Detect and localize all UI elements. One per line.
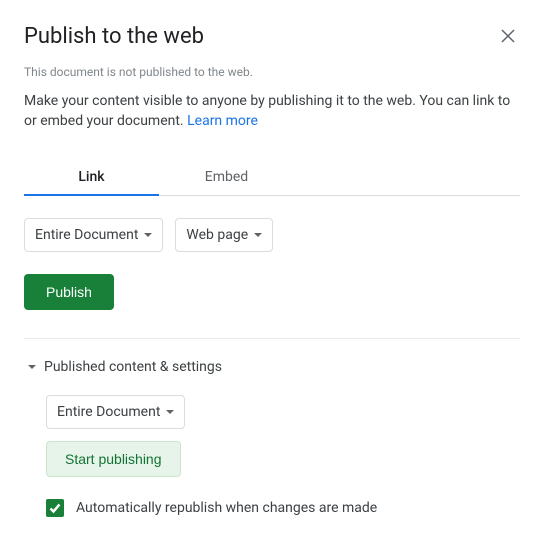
dialog-header: Publish to the web bbox=[24, 24, 520, 65]
dialog-title: Publish to the web bbox=[24, 24, 204, 49]
format-dropdown[interactable]: Web page bbox=[175, 218, 273, 252]
status-text: This document is not published to the we… bbox=[24, 65, 520, 79]
divider bbox=[24, 338, 520, 339]
tab-link[interactable]: Link bbox=[24, 159, 159, 195]
caret-down-icon bbox=[254, 233, 262, 237]
section-title: Published content & settings bbox=[44, 359, 222, 375]
settings-scope-label: Entire Document bbox=[57, 404, 160, 420]
caret-down-icon bbox=[28, 365, 36, 369]
caret-down-icon bbox=[144, 233, 152, 237]
tab-embed[interactable]: Embed bbox=[159, 159, 294, 195]
dialog-description: Make your content visible to anyone by p… bbox=[24, 91, 520, 131]
published-settings-toggle[interactable]: Published content & settings bbox=[24, 359, 520, 375]
close-button[interactable] bbox=[496, 24, 520, 48]
auto-republish-checkbox[interactable] bbox=[46, 499, 64, 517]
scope-dropdown[interactable]: Entire Document bbox=[24, 218, 163, 252]
scope-dropdown-label: Entire Document bbox=[35, 227, 138, 243]
publish-dialog: Publish to the web This document is not … bbox=[0, 0, 544, 556]
auto-republish-label: Automatically republish when changes are… bbox=[76, 500, 377, 516]
tabs: Link Embed bbox=[24, 159, 520, 196]
start-publishing-button[interactable]: Start publishing bbox=[46, 441, 181, 477]
close-icon bbox=[500, 28, 516, 44]
settings-scope-dropdown[interactable]: Entire Document bbox=[46, 395, 185, 429]
format-dropdown-label: Web page bbox=[186, 227, 248, 243]
auto-republish-row: Automatically republish when changes are… bbox=[46, 499, 520, 517]
published-settings-body: Entire Document Start publishing Automat… bbox=[24, 395, 520, 517]
learn-more-link[interactable]: Learn more bbox=[187, 113, 258, 129]
checkmark-icon bbox=[48, 501, 62, 515]
description-text: Make your content visible to anyone by p… bbox=[24, 93, 510, 129]
caret-down-icon bbox=[166, 410, 174, 414]
controls-row: Entire Document Web page bbox=[24, 218, 520, 252]
publish-button[interactable]: Publish bbox=[24, 274, 114, 310]
